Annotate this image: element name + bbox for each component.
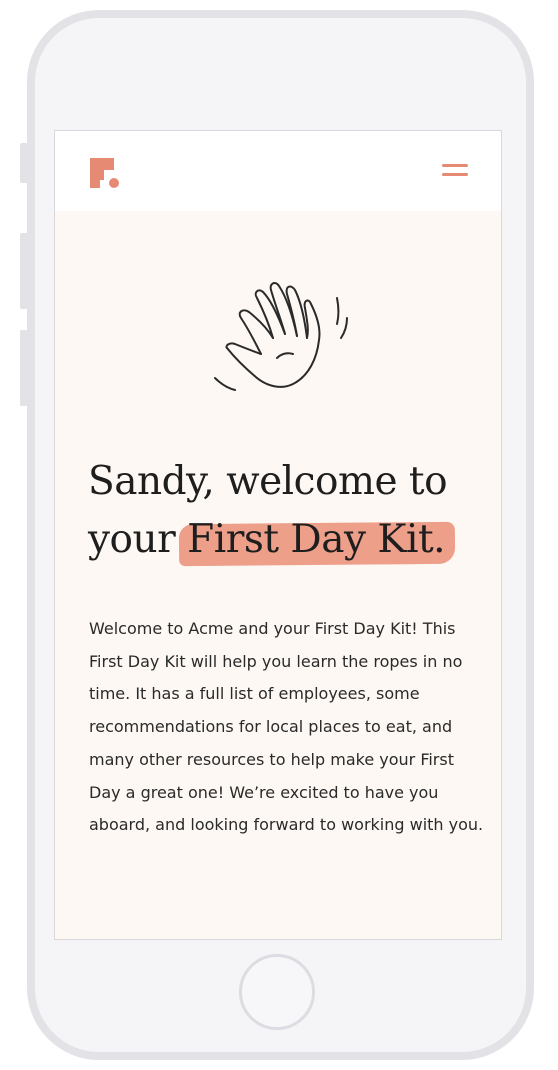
home-button-icon[interactable] xyxy=(239,954,315,1030)
headline-highlight: First Day Kit. xyxy=(187,511,445,569)
hamburger-menu-icon[interactable] xyxy=(439,161,471,181)
waving-hand-icon xyxy=(214,282,348,391)
headline-line2-prefix: your xyxy=(88,517,188,562)
top-navigation-bar xyxy=(55,131,501,211)
intro-paragraph: Welcome to Acme and your First Day Kit! … xyxy=(89,619,484,835)
volume-down-button xyxy=(20,330,28,406)
headline-line1: Sandy, welcome to xyxy=(88,459,448,504)
headline-highlight-text: First Day Kit. xyxy=(187,517,446,562)
brand-logo-icon[interactable] xyxy=(88,156,122,190)
volume-up-button xyxy=(20,233,28,309)
mute-switch xyxy=(20,143,28,183)
app-screen: Sandy, welcome to your First Day Kit. We… xyxy=(54,130,502,940)
welcome-headline: Sandy, welcome to your First Day Kit. xyxy=(88,453,488,569)
